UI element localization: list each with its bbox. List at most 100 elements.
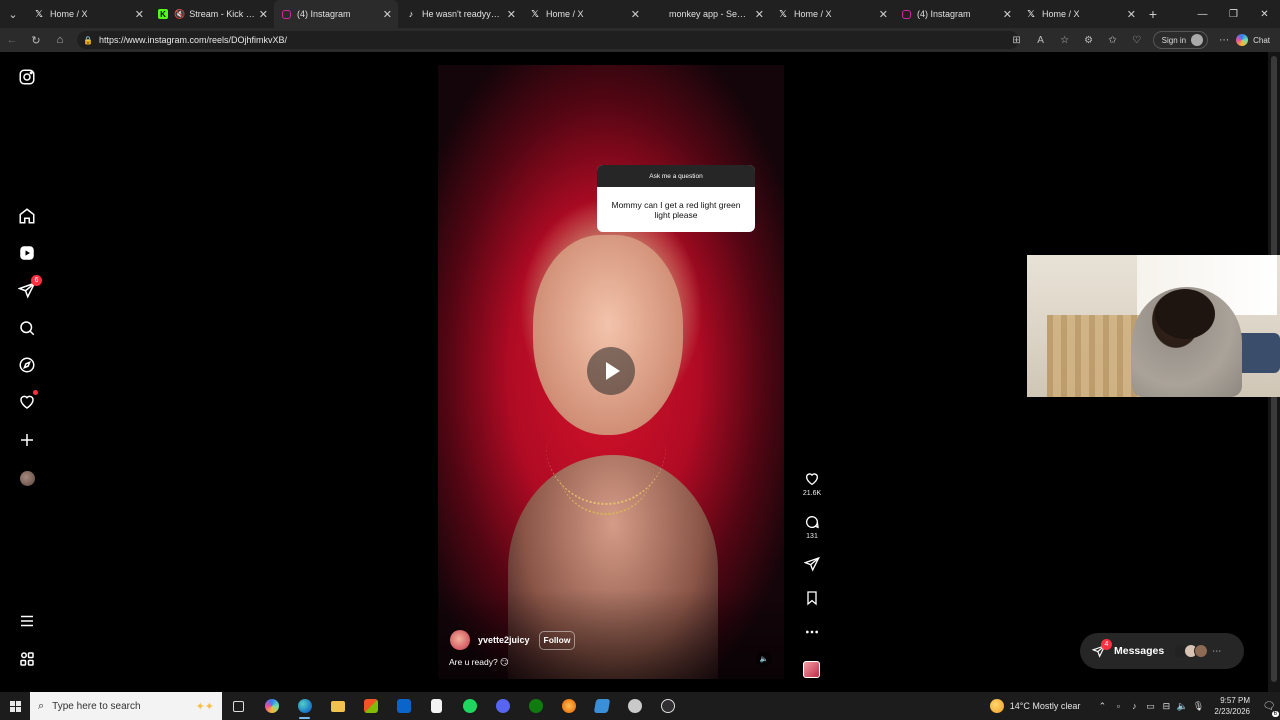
tab-close-icon[interactable]: ✕: [755, 8, 764, 21]
comment-button[interactable]: 131: [800, 514, 824, 540]
extensions-icon[interactable]: ⚙: [1077, 35, 1101, 46]
share-button[interactable]: [800, 556, 824, 572]
copilot-taskbar-icon[interactable]: [255, 692, 288, 720]
also-from-meta-icon[interactable]: [17, 649, 37, 669]
reel-author: yvette2juicy Follow: [450, 630, 576, 650]
reel-audio-thumbnail[interactable]: [803, 661, 820, 678]
more-options-button[interactable]: [800, 624, 824, 640]
site-info-icon[interactable]: 🔒: [83, 36, 93, 45]
taskbar-search-placeholder: Type here to search: [52, 700, 141, 712]
browser-tab[interactable]: ♪ He wasn't readyyyy.😂 ✕: [398, 0, 522, 28]
tray-app-icon[interactable]: ▫: [1110, 701, 1126, 712]
tab-close-icon[interactable]: ✕: [1003, 8, 1012, 21]
taskbar-clock[interactable]: 9:57 PM 2/23/2026: [1214, 695, 1250, 717]
browser-tab[interactable]: 𝕏 Home / X ✕: [1018, 0, 1142, 28]
tab-actions-menu-icon[interactable]: ⌄: [0, 0, 26, 28]
bookmark-icon: [807, 591, 817, 606]
maximize-button[interactable]: ❐: [1218, 0, 1249, 28]
xbox-icon[interactable]: [519, 692, 552, 720]
notifications-heart-icon[interactable]: [17, 390, 38, 412]
weather-widget[interactable]: 14°C Mostly clear: [989, 699, 1080, 713]
clock-time: 9:57 PM: [1220, 696, 1250, 705]
outlook-icon[interactable]: [387, 692, 420, 720]
back-button[interactable]: ←: [0, 28, 24, 52]
reels-icon[interactable]: [17, 243, 37, 263]
weather-icon: [989, 699, 1004, 713]
favorite-star-icon[interactable]: ☆: [1053, 35, 1077, 46]
favorites-icon[interactable]: ✩: [1101, 35, 1125, 46]
mute-toggle-icon[interactable]: 🔈: [756, 651, 772, 667]
browser-essentials-icon[interactable]: ♡: [1125, 35, 1149, 46]
more-menu-icon[interactable]: ⋯: [1212, 35, 1236, 46]
taskbar-search-box[interactable]: ⌕ Type here to search ✦✦: [30, 692, 222, 720]
explore-icon[interactable]: [17, 355, 37, 375]
edge-browser-icon[interactable]: [288, 692, 321, 720]
profile-avatar[interactable]: [17, 468, 37, 488]
tab-close-icon[interactable]: ✕: [631, 8, 640, 21]
x-logo-icon: 𝕏: [530, 8, 540, 20]
discord-icon[interactable]: [486, 692, 519, 720]
volume-mixer-icon[interactable]: ♪: [1126, 701, 1142, 712]
tab-close-icon[interactable]: ✕: [1127, 8, 1136, 21]
reel-video[interactable]: Ask me a question Mommy can I get a red …: [438, 65, 784, 679]
tab-close-icon[interactable]: ✕: [135, 8, 144, 21]
messages-more-icon: ⋯: [1212, 645, 1222, 656]
tab-muted-icon[interactable]: 🔇: [174, 9, 185, 20]
browser-tab[interactable]: (4) Instagram ✕: [274, 0, 398, 28]
settings-app-icon[interactable]: [618, 692, 651, 720]
like-count: 21.6K: [802, 490, 822, 497]
sign-in-button[interactable]: Sign in: [1152, 31, 1209, 49]
task-view-icon[interactable]: [222, 692, 255, 720]
tab-close-icon[interactable]: ✕: [259, 8, 268, 21]
app-icon[interactable]: [585, 692, 618, 720]
like-button[interactable]: 21.6K: [800, 471, 824, 497]
profile-thumb-icon: [19, 470, 35, 486]
spotify-icon[interactable]: [453, 692, 486, 720]
create-plus-icon[interactable]: [17, 430, 37, 450]
author-avatar[interactable]: [450, 630, 470, 650]
tab-close-icon[interactable]: ✕: [879, 8, 888, 21]
display-icon[interactable]: ▭: [1142, 701, 1158, 712]
share-icon: [804, 556, 820, 572]
network-icon[interactable]: ⊟: [1158, 701, 1174, 712]
browser-tab[interactable]: monkey app - Search ✕: [646, 0, 770, 28]
minimize-button[interactable]: —: [1187, 0, 1218, 28]
file-explorer-icon[interactable]: [321, 692, 354, 720]
show-hidden-icons-icon[interactable]: ⌃: [1094, 701, 1110, 712]
app-available-icon[interactable]: ⊞: [1005, 35, 1029, 46]
firefox-icon[interactable]: [552, 692, 585, 720]
browser-tab[interactable]: 𝕏 Home / X ✕: [770, 0, 894, 28]
more-menu-icon[interactable]: [17, 611, 37, 631]
follow-button[interactable]: Follow: [538, 630, 576, 650]
tab-close-icon[interactable]: ✕: [383, 8, 392, 21]
play-button[interactable]: [587, 347, 635, 395]
save-button[interactable]: [800, 590, 824, 606]
address-bar[interactable]: 🔒 https://www.instagram.com/reels/DOjhfi…: [77, 31, 1019, 49]
refresh-button[interactable]: ↻: [24, 28, 48, 52]
start-button[interactable]: [0, 692, 30, 720]
tiktok-logo-icon: ♪: [408, 9, 414, 19]
browser-tab[interactable]: (4) Instagram ✕: [894, 0, 1018, 28]
browser-tab[interactable]: K 🔇 Stream - Kick Dashb ✕: [150, 0, 274, 28]
close-window-button[interactable]: ✕: [1249, 0, 1280, 28]
browser-tab[interactable]: 𝕏 Home / X ✕: [522, 0, 646, 28]
messages-button[interactable]: 4 Messages ⋯: [1080, 633, 1244, 669]
read-aloud-icon[interactable]: A: [1029, 35, 1053, 46]
copilot-chat-button[interactable]: Chat: [1236, 34, 1270, 46]
microsoft-store-icon[interactable]: [354, 692, 387, 720]
search-icon[interactable]: [17, 318, 37, 338]
x-logo-icon: 𝕏: [34, 8, 44, 20]
speaker-icon[interactable]: 🔈: [1174, 701, 1190, 712]
new-tab-button[interactable]: +: [1142, 6, 1164, 22]
tab-close-icon[interactable]: ✕: [507, 8, 516, 21]
microphone-icon[interactable]: 🎙: [1190, 701, 1206, 712]
browser-tab[interactable]: 𝕏 Home / X ✕: [26, 0, 150, 28]
notification-center-icon[interactable]: 🗨 6: [1258, 701, 1280, 717]
direct-messages-icon[interactable]: 6: [17, 275, 42, 300]
notepad-icon[interactable]: [420, 692, 453, 720]
instagram-logo-icon[interactable]: [17, 67, 37, 87]
home-icon[interactable]: [17, 206, 37, 226]
home-button[interactable]: ⌂: [48, 28, 72, 52]
obs-icon[interactable]: [651, 692, 684, 720]
author-username[interactable]: yvette2juicy: [478, 635, 530, 645]
